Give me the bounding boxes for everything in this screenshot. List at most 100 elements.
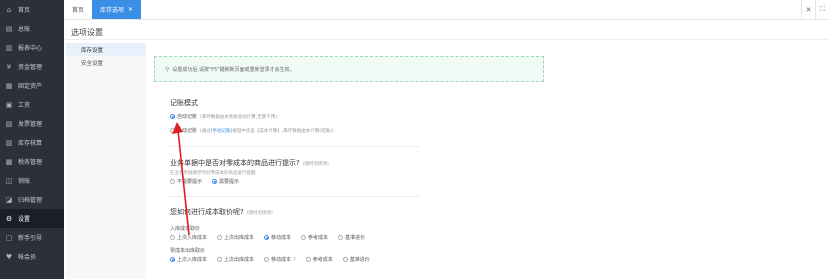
inbound-option-0[interactable]: 上次入库成本	[170, 234, 207, 241]
outbound-option-label: 上次出库成本	[224, 257, 255, 263]
subnav-item-security[interactable]: 安全设置	[66, 56, 146, 69]
overview-icon: ▤	[5, 24, 13, 33]
sales-icon: ◫	[5, 176, 13, 185]
auto-accounting-option[interactable]: 自动记账 (库存数据由本系统总动计算,无需干预)	[170, 112, 334, 121]
inbound-radio-2[interactable]	[264, 235, 270, 240]
inbound-option-label: 上次入库成本	[177, 235, 208, 241]
manual-hint: (通过[手动记账]按钮中点击【成本计算】,库存数据由本计算(结账))	[200, 128, 333, 134]
cost-price-section: 您如何进行成本取价呢? (随时可修改) 入库成本取价 上次入库成本 上次出库成本 移动…	[170, 207, 380, 264]
tab-bar: 首页 库存选项 ✕ ✕ ⛶	[64, 0, 829, 20]
sidebar-item-label: 发票管理	[18, 121, 43, 128]
sidebar-item-sales[interactable]: ◫ 销账	[0, 171, 64, 190]
inbound-option-2[interactable]: 移动成本	[264, 234, 291, 241]
radio-auto[interactable]	[170, 114, 175, 119]
option-prompt-label: 需要提示	[219, 179, 240, 185]
outbound-option-2[interactable]: 移动成本?	[264, 256, 296, 263]
inbound-option-4[interactable]: 基准进价	[338, 234, 365, 241]
auto-hint: (库存数据由本系统总动计算,无需干预)	[200, 114, 277, 120]
sidebar-item-label: 首页	[18, 7, 31, 14]
sidebar-item-label: 帐会员	[18, 254, 37, 261]
inbound-cost-label: 入库成本取价	[170, 226, 201, 232]
sidebar-item-tax[interactable]: ▩ 税务管理	[0, 152, 64, 171]
option-no-prompt-label: 不需要提示	[177, 179, 203, 185]
radio-no-prompt[interactable]	[170, 179, 175, 184]
zero-cost-section: 业务单据中是否对零成本的商品进行提示? (随时可修改) 在业务单据保存时对零成本的…	[170, 158, 329, 186]
outbound-option-3[interactable]: 参考成本	[305, 256, 333, 263]
sidebar-item-asset[interactable]: ▦ 固定资产	[0, 76, 64, 95]
outbound-option-label: 基准进价	[349, 257, 370, 263]
accounting-mode-section: 记账模式 自动记账 (库存数据由本系统总动计算,无需干预) 手动记账 (通过[手…	[170, 98, 334, 135]
inbound-radio-4[interactable]	[338, 235, 344, 240]
sidebar-item-label: 工资	[18, 102, 31, 109]
manual-accounting-link[interactable]: [手动记账]	[211, 129, 233, 134]
manual-hint-post: 按钮中点击【成本计算】,库存数据由本计算(结账))	[232, 128, 334, 134]
sidebar-item-archive[interactable]: ◪ 归档管理	[0, 190, 64, 209]
divider	[64, 39, 829, 40]
outbound-radio-4[interactable]	[342, 257, 348, 262]
sidebar-item-label: 新手引导	[18, 235, 43, 242]
report-icon: ▥	[5, 43, 13, 52]
close-all-icon[interactable]: ✕	[801, 0, 815, 19]
cost-price-title: 您如何进行成本取价呢? (随时可修改)	[170, 207, 380, 217]
sidebar-item-inventory[interactable]: ▨ 库存核算	[0, 133, 64, 152]
sidebar-item-label: 固定资产	[18, 83, 43, 90]
home-icon: ⌂	[6, 5, 12, 14]
close-tab-icon[interactable]: ✕	[128, 6, 133, 13]
inbound-option-label: 参考成本	[308, 235, 329, 241]
sidebar-item-label: 资金管理	[18, 64, 43, 71]
inbound-radio-3[interactable]	[301, 235, 307, 240]
tab-home[interactable]: 首页	[64, 0, 92, 19]
zero-cost-note: 在业务单据保存时对零成本的商品进行提醒	[170, 171, 256, 176]
help-icon[interactable]: ?	[293, 257, 296, 263]
divider	[170, 196, 420, 197]
sidebar-item-settings[interactable]: ⚙ 设置	[0, 209, 64, 228]
outbound-radio-2[interactable]	[264, 257, 270, 262]
inbound-radio-1[interactable]	[217, 235, 223, 240]
tab-inventory-options[interactable]: 库存选项 ✕	[92, 0, 142, 19]
sidebar-item-report[interactable]: ▥ 报表中心	[0, 38, 64, 57]
tab-inventory-options-label: 库存选项	[100, 7, 125, 14]
sidebar-item-salary[interactable]: ▣ 工资	[0, 95, 64, 114]
outbound-option-label: 移动成本	[271, 257, 292, 263]
outbound-cost-options: 上次入库成本 上次出库成本 移动成本? 参考成本 基准进价	[170, 255, 380, 264]
radio-manual[interactable]	[170, 128, 175, 133]
sidebar-item-label: 销账	[18, 178, 31, 185]
sidebar-item-accountant[interactable]: ♥ 帐会员	[0, 247, 64, 266]
option-prompt[interactable]: 需要提示	[212, 178, 239, 185]
zero-cost-title: 业务单据中是否对零成本的商品进行提示? (随时可修改)	[170, 158, 329, 168]
inbound-option-3[interactable]: 参考成本	[301, 234, 328, 241]
outbound-radio-1[interactable]	[217, 257, 223, 262]
outbound-option-0[interactable]: 上次入库成本	[170, 256, 207, 263]
outbound-option-1[interactable]: 上次出库成本	[217, 256, 254, 263]
outbound-option-4[interactable]: 基准进价	[342, 256, 370, 263]
settings-subnav: 库存设置 安全设置	[66, 43, 146, 279]
sidebar-item-label: 库存核算	[18, 140, 43, 147]
inbound-option-label: 移动成本	[271, 235, 292, 241]
asset-icon: ▦	[5, 81, 13, 90]
outbound-option-label: 上次入库成本	[177, 257, 208, 263]
sidebar-item-fund[interactable]: ¥ 资金管理	[0, 57, 64, 76]
inbound-option-1[interactable]: 上次出库成本	[217, 234, 254, 241]
manual-accounting-option[interactable]: 手动记账 (通过[手动记账]按钮中点击【成本计算】,库存数据由本计算(结账))	[170, 126, 334, 135]
sidebar-item-invoice[interactable]: ▧ 发票管理	[0, 114, 64, 133]
sidebar: ⌂ 首页 ▤ 总账 ▥ 报表中心 ¥ 资金管理 ▦ 固定资产 ▣ 工资 ▧ 发票管理 ▨ 库存核算 ▩ 税务管理 ◫…	[0, 0, 64, 279]
inbound-option-label: 上次出库成本	[224, 235, 255, 241]
info-tip: ⚲ 设置成功后,请按"F5"键刷新页面或重新登录才会生效。	[154, 56, 544, 82]
cost-price-title-text: 您如何进行成本取价呢?	[170, 208, 244, 216]
accounting-mode-title: 记账模式	[170, 99, 198, 107]
inbound-radio-0[interactable]	[170, 235, 175, 240]
outbound-radio-3[interactable]	[305, 257, 311, 262]
subnav-item-inventory[interactable]: 库存设置	[66, 43, 146, 56]
sidebar-item-label: 设置	[18, 216, 31, 223]
tip-text: 设置成功后,请按"F5"键刷新页面或重新登录才会生效。	[172, 66, 295, 73]
pin-icon: ⚲	[165, 65, 170, 73]
manual-hint-pre: (通过	[200, 128, 211, 134]
option-no-prompt[interactable]: 不需要提示	[170, 178, 202, 185]
radio-prompt[interactable]	[212, 179, 218, 184]
sidebar-item-overview[interactable]: ▤ 总账	[0, 19, 64, 38]
outbound-radio-0[interactable]	[170, 257, 175, 262]
sidebar-item-home[interactable]: ⌂ 首页	[0, 0, 64, 19]
fullscreen-icon[interactable]: ⛶	[815, 0, 829, 19]
sidebar-item-guide[interactable]: ▢ 新手引导	[0, 228, 64, 247]
settings-icon: ⚙	[5, 214, 13, 223]
